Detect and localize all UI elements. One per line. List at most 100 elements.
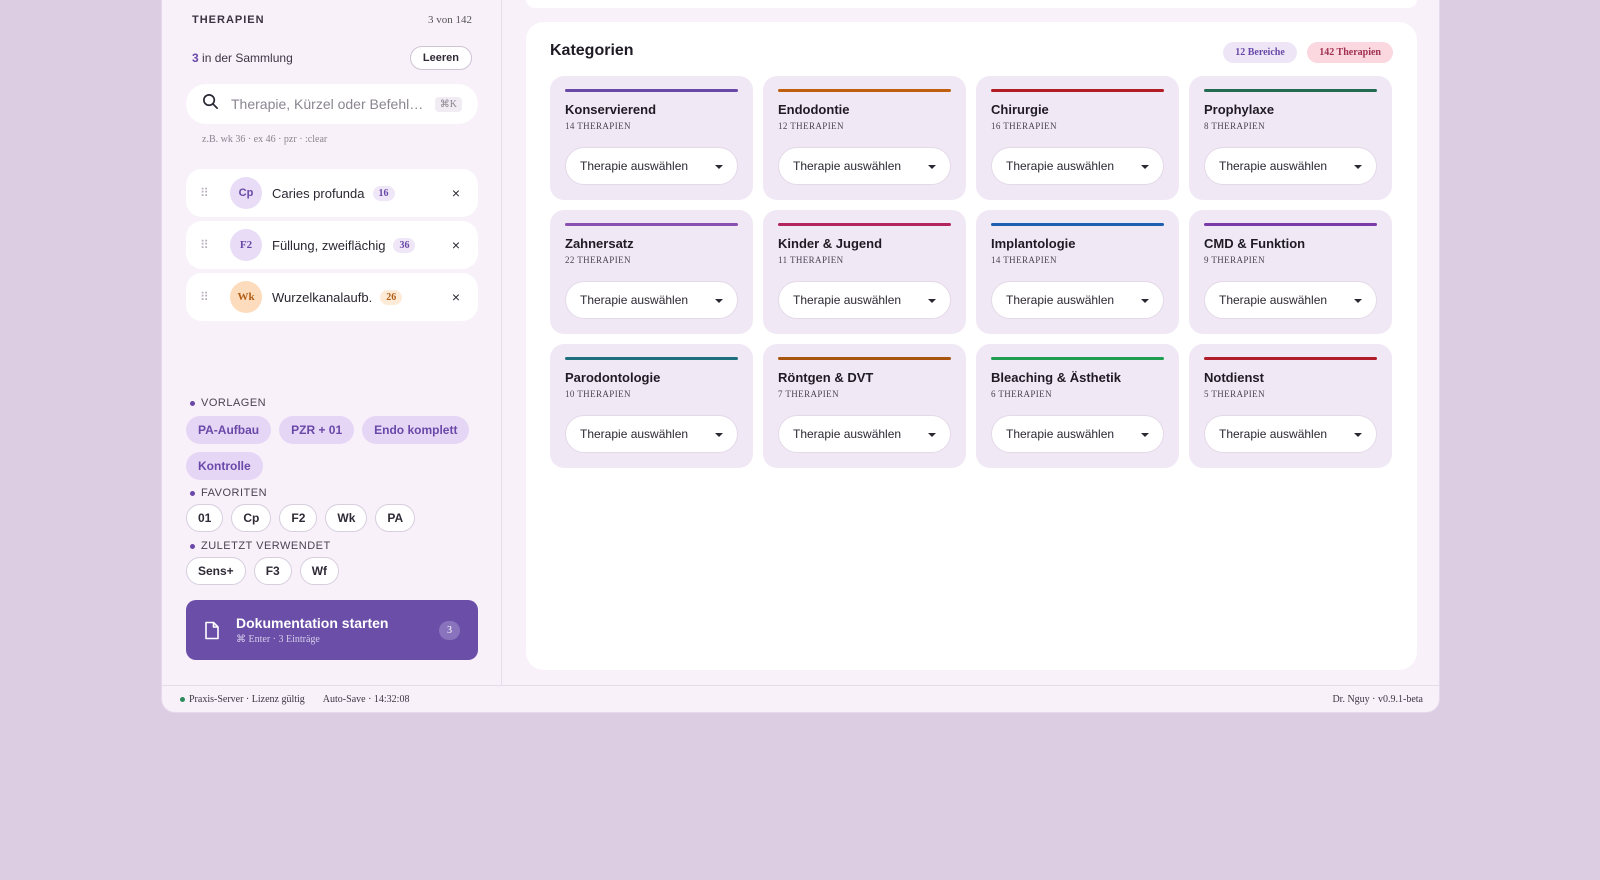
search-input[interactable] xyxy=(231,96,423,112)
server-status: Praxis-Server · Lizenz gültig xyxy=(180,694,305,705)
therapy-select-value: Therapie auswählen xyxy=(1006,427,1115,441)
category-card: Implantologie 14 THERAPIEN Therapie auswäh… xyxy=(976,210,1179,334)
therapy-select-value: Therapie auswählen xyxy=(793,427,902,441)
category-name: Kinder & Jugend xyxy=(778,236,883,251)
template-chip[interactable]: PA-Aufbau xyxy=(186,416,272,444)
drag-handle-icon[interactable]: ⠿ xyxy=(200,238,230,252)
category-card: Bleaching & Ästhetik 6 THERAPIEN Therapie … xyxy=(976,344,1179,468)
chevron-down-icon xyxy=(1354,299,1362,303)
therapy-select[interactable]: Therapie auswählen xyxy=(778,147,951,185)
doc-count-badge: 3 xyxy=(439,620,460,640)
selected-item-code: 16 xyxy=(372,185,395,201)
selected-item[interactable]: ⠿ Wk Wurzelkanalaufb. 26 × xyxy=(186,273,478,321)
category-card: Prophylaxe 8 THERAPIEN Therapie auswählen xyxy=(1189,76,1392,200)
category-count: 16 THERAPIEN xyxy=(991,121,1057,131)
category-accent-bar xyxy=(778,223,951,226)
selected-item-code: 36 xyxy=(393,237,416,253)
category-count: 6 THERAPIEN xyxy=(991,389,1052,399)
therapy-select[interactable]: Therapie auswählen xyxy=(565,147,738,185)
drag-handle-icon[interactable]: ⠿ xyxy=(200,186,230,200)
remove-icon[interactable]: × xyxy=(452,289,460,305)
main-content: Kategorien 12 Bereiche 142 Therapien Kon… xyxy=(502,0,1439,685)
therapy-select[interactable]: Therapie auswählen xyxy=(565,415,738,453)
sidebar-header: THERAPIEN 3 von 142 xyxy=(192,14,472,26)
selected-item[interactable]: ⠿ Cp Caries profunda 16 × xyxy=(186,169,478,217)
category-accent-bar xyxy=(565,357,738,360)
category-accent-bar xyxy=(1204,223,1377,226)
recent-label: ZULETZT VERWENDET xyxy=(190,540,331,552)
search-hint: z.B. wk 36 · ex 46 · pzr · :clear xyxy=(202,134,328,145)
avatar: Cp xyxy=(230,177,262,209)
search-box[interactable]: ⌘K xyxy=(186,84,478,124)
recent-chip[interactable]: Sens+ xyxy=(186,557,246,585)
autosave-status: Auto-Save · 14:32:08 xyxy=(322,694,410,705)
category-count: 11 THERAPIEN xyxy=(778,255,844,265)
category-accent-bar xyxy=(565,223,738,226)
selected-item-name: Caries profunda xyxy=(272,185,365,201)
recent-chip[interactable]: F3 xyxy=(253,557,292,585)
therapy-select[interactable]: Therapie auswählen xyxy=(991,415,1164,453)
categories-panel: Kategorien 12 Bereiche 142 Therapien Kon… xyxy=(526,22,1417,670)
favorite-chip[interactable]: PA xyxy=(375,504,416,532)
favorite-chip[interactable]: 01 xyxy=(186,504,224,532)
therapy-select[interactable]: Therapie auswählen xyxy=(778,415,951,453)
favorite-chip[interactable]: Wk xyxy=(325,504,368,532)
therapy-select[interactable]: Therapie auswählen xyxy=(1204,147,1377,185)
category-card: Parodontologie 10 THERAPIEN Therapie auswä… xyxy=(550,344,753,468)
selected-item[interactable]: ⠿ F2 Füllung, zweiflächig 36 × xyxy=(186,221,478,269)
status-bar: Praxis-Server · Lizenz gültig Auto-Save … xyxy=(162,685,1439,712)
selected-list: ⠿ Cp Caries profunda 16 × ⠿ F2 Füllung, … xyxy=(186,169,478,325)
category-name: Parodontologie xyxy=(565,370,661,385)
panel-header: Kategorien 12 Bereiche 142 Therapien xyxy=(550,42,1393,63)
page-title: Kategorien xyxy=(550,42,634,59)
recent-chip[interactable]: Wf xyxy=(299,557,340,585)
category-count: 14 THERAPIEN xyxy=(991,255,1057,265)
drag-handle-icon[interactable]: ⠿ xyxy=(200,290,230,304)
category-accent-bar xyxy=(991,89,1164,92)
category-card: Kinder & Jugend 11 THERAPIEN Therapie ausw… xyxy=(763,210,966,334)
avatar: Wk xyxy=(230,281,262,313)
start-documentation-button[interactable]: Dokumentation starten ⌘ Enter · 3 Einträ… xyxy=(186,600,478,660)
chevron-down-icon xyxy=(928,433,936,437)
therapy-select-value: Therapie auswählen xyxy=(1219,427,1328,441)
remove-icon[interactable]: × xyxy=(452,237,460,253)
collection-count: 3 xyxy=(192,51,199,65)
therapy-select-value: Therapie auswählen xyxy=(1219,293,1328,307)
selection-count: 3 von 142 xyxy=(428,14,472,26)
templates-list: PA-Aufbau PZR + 01 Endo komplett Kontrol… xyxy=(186,416,478,480)
clear-button[interactable]: Leeren xyxy=(409,46,472,70)
sidebar-title: THERAPIEN xyxy=(192,14,265,26)
therapy-select[interactable]: Therapie auswählen xyxy=(778,281,951,319)
therapy-select-value: Therapie auswählen xyxy=(793,293,902,307)
doc-button-subtitle: ⌘ Enter · 3 Einträge xyxy=(236,634,320,645)
template-chip[interactable]: Kontrolle xyxy=(186,452,263,480)
therapy-select[interactable]: Therapie auswählen xyxy=(991,147,1164,185)
template-chip[interactable]: PZR + 01 xyxy=(279,416,355,444)
favorite-chip[interactable]: Cp xyxy=(231,504,272,532)
chevron-down-icon xyxy=(1141,299,1149,303)
category-grid: Konservierend 14 THERAPIEN Therapie auswäh… xyxy=(550,76,1393,468)
chevron-down-icon xyxy=(715,165,723,169)
therapy-select[interactable]: Therapie auswählen xyxy=(1204,281,1377,319)
therapy-select-value: Therapie auswählen xyxy=(580,293,689,307)
category-name: Röntgen & DVT xyxy=(778,370,874,385)
search-icon xyxy=(202,93,219,115)
panel-pills: 12 Bereiche 142 Therapien xyxy=(1217,42,1393,63)
category-accent-bar xyxy=(1204,89,1377,92)
remove-icon[interactable]: × xyxy=(452,185,460,201)
therapy-select[interactable]: Therapie auswählen xyxy=(565,281,738,319)
therapy-select-value: Therapie auswählen xyxy=(1219,159,1328,173)
chevron-down-icon xyxy=(1141,433,1149,437)
template-chip[interactable]: Endo komplett xyxy=(362,416,470,444)
selected-item-code: 26 xyxy=(380,289,403,305)
category-card: Endodontie 12 THERAPIEN Therapie auswählen xyxy=(763,76,966,200)
document-icon xyxy=(204,621,220,640)
category-card: Zahnersatz 22 THERAPIEN Therapie auswählen xyxy=(550,210,753,334)
category-name: Konservierend xyxy=(565,102,657,117)
therapy-select[interactable]: Therapie auswählen xyxy=(991,281,1164,319)
category-count: 14 THERAPIEN xyxy=(565,121,631,131)
category-count: 8 THERAPIEN xyxy=(1204,121,1265,131)
therapy-select[interactable]: Therapie auswählen xyxy=(1204,415,1377,453)
collection-row: 3 in der Sammlung Leeren xyxy=(192,46,472,70)
favorite-chip[interactable]: F2 xyxy=(279,504,318,532)
